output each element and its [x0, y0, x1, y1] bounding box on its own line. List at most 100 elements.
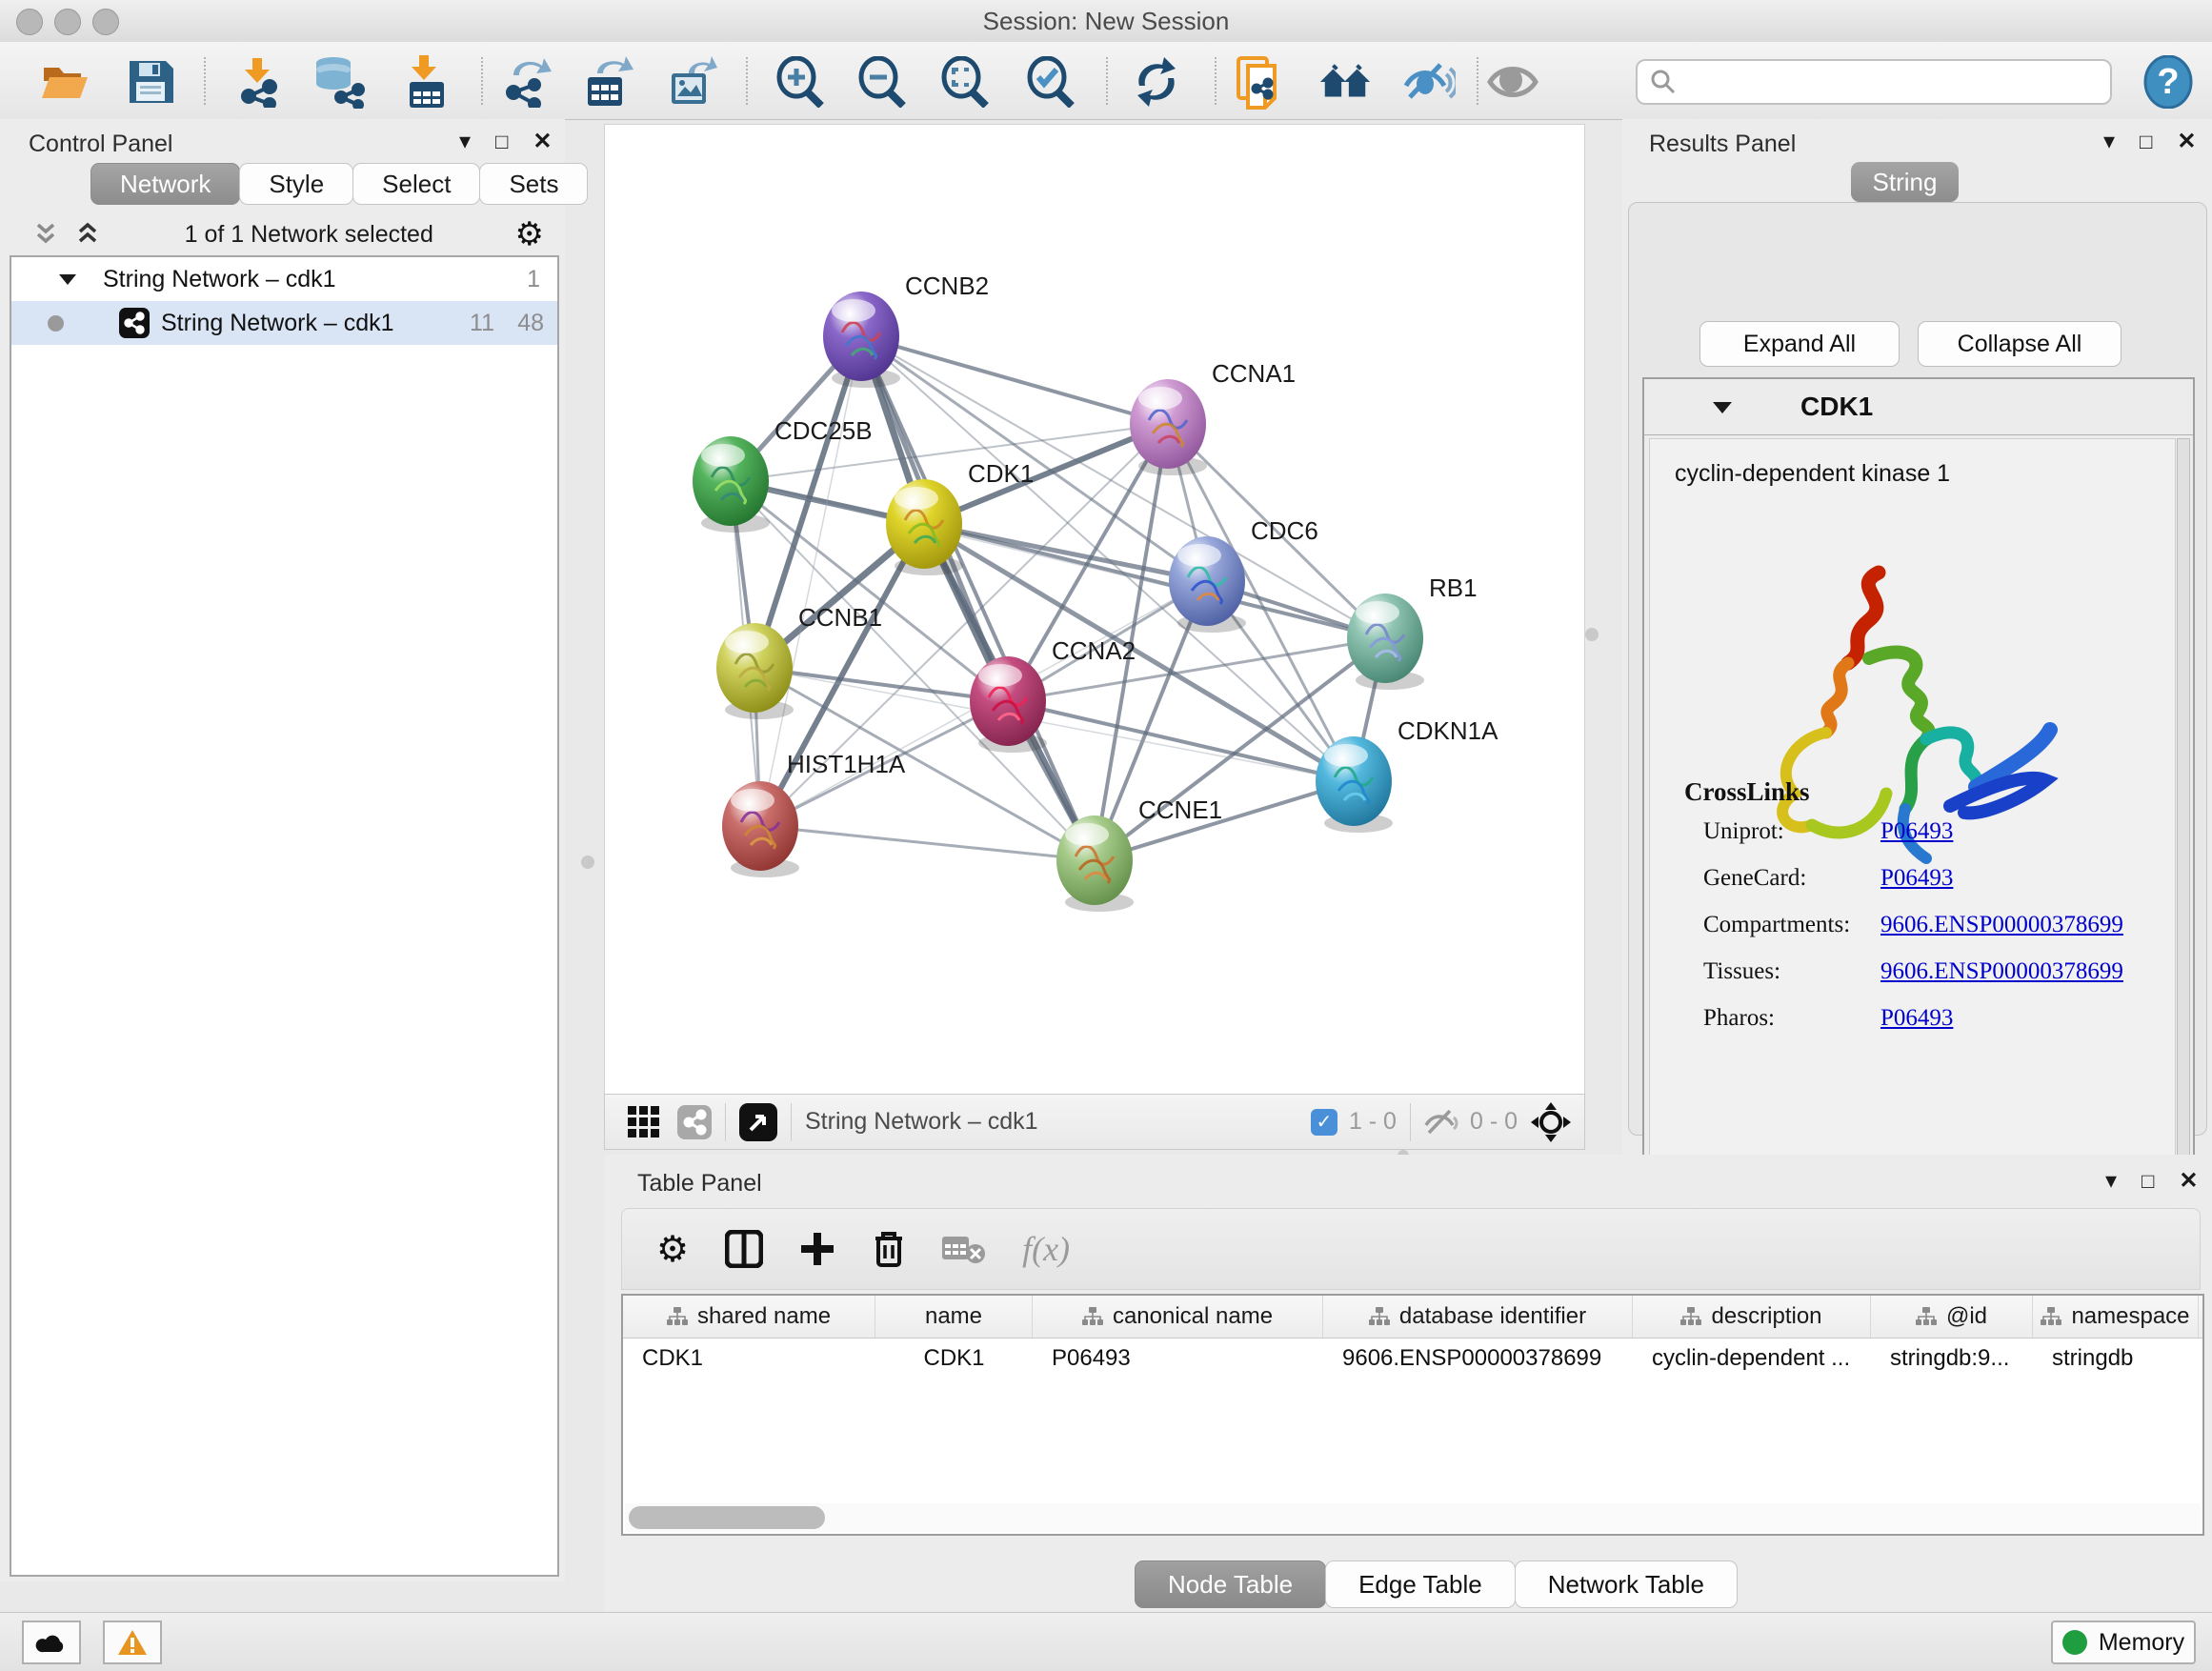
zoom-fit-button[interactable] [939, 55, 993, 109]
tab-select[interactable]: Select [352, 163, 480, 205]
column-header-database-identifier[interactable]: database identifier [1323, 1296, 1633, 1338]
table-cell[interactable]: CDK1 [623, 1339, 875, 1379]
left-splitter-handle[interactable] [581, 856, 594, 869]
column-header--id[interactable]: @id [1871, 1296, 2033, 1338]
pan-crosshair-icon[interactable] [1531, 1102, 1571, 1142]
eye-preview-icon[interactable] [1486, 55, 1539, 109]
float-panel-icon[interactable]: ▾ [2105, 1170, 2117, 1193]
maximize-panel-icon[interactable]: □ [2140, 131, 2152, 153]
delete-column-trash-icon[interactable] [872, 1229, 906, 1269]
network-options-gear-icon[interactable]: ⚙ [515, 215, 544, 253]
table-cell[interactable]: stringdb:9... [1871, 1339, 2033, 1379]
column-header-namespace[interactable]: namespace [2033, 1296, 2199, 1338]
right-splitter-handle[interactable] [1585, 628, 1599, 641]
tab-network[interactable]: Network [90, 163, 240, 205]
node-HIST1H1A[interactable]: HIST1H1A [722, 750, 906, 877]
column-header-canonical-name[interactable]: canonical name [1033, 1296, 1323, 1338]
import-network-from-database-button[interactable] [312, 55, 366, 109]
collapse-entry-arrow-icon[interactable] [1711, 399, 1734, 415]
node-CCNA1[interactable]: CCNA1 [1130, 359, 1296, 475]
open-session-button[interactable] [38, 55, 91, 109]
tab-style[interactable]: Style [239, 163, 353, 205]
search-field[interactable] [1636, 59, 2112, 105]
tab-edge-table[interactable]: Edge Table [1325, 1560, 1516, 1608]
show-columns-icon[interactable] [725, 1230, 763, 1268]
network-canvas[interactable]: CCNB2CCNA1CDC25BCDK1CDC6RB1CCNB1CCNA2CDK… [604, 124, 1585, 1096]
maximize-panel-icon[interactable]: □ [2142, 1170, 2154, 1193]
float-panel-icon[interactable]: ▾ [2103, 131, 2115, 153]
collection-expand-arrow-icon[interactable] [57, 272, 78, 287]
node-CCNE1[interactable]: CCNE1 [1056, 795, 1222, 912]
warnings-button[interactable] [103, 1621, 162, 1664]
table-cell[interactable]: P06493 [1033, 1339, 1323, 1379]
tab-string[interactable]: String [1851, 162, 1959, 202]
table-cell[interactable]: cyclin-dependent ... [1633, 1339, 1871, 1379]
tab-network-table[interactable]: Network Table [1515, 1560, 1738, 1608]
float-panel-icon[interactable]: ▾ [459, 131, 471, 153]
close-panel-icon[interactable]: ✕ [533, 131, 552, 153]
network-view-icon[interactable] [677, 1105, 712, 1139]
apply-layout-button[interactable] [1130, 55, 1183, 109]
copy-style-button[interactable] [1234, 55, 1287, 109]
zoom-out-button[interactable] [856, 55, 910, 109]
column-header-description[interactable]: description [1633, 1296, 1871, 1338]
crosslink-link[interactable]: 9606.ENSP00000378699 [1880, 958, 2123, 985]
show-hide-graphics-button[interactable] [1402, 55, 1456, 109]
export-table-button[interactable] [581, 55, 634, 109]
add-column-plus-icon[interactable] [799, 1231, 835, 1267]
expand-all-chevron-icon[interactable] [74, 221, 103, 248]
maximize-panel-icon[interactable]: □ [495, 131, 508, 153]
results-scrollbar[interactable] [2177, 438, 2190, 1184]
network-collection-row[interactable]: String Network – cdk1 1 [11, 257, 557, 301]
edge-CDKN1A-CCNE1[interactable] [1095, 781, 1354, 860]
tab-sets[interactable]: Sets [479, 163, 588, 205]
collapse-all-chevron-icon[interactable] [32, 221, 61, 248]
cloud-button[interactable] [22, 1621, 81, 1664]
selected-checkbox-icon[interactable]: ✓ [1311, 1109, 1337, 1136]
edge-CCNA2-CDKN1A[interactable] [1008, 701, 1354, 781]
scrollbar-thumb[interactable] [629, 1506, 825, 1529]
crosslink-link[interactable]: P06493 [1880, 865, 1953, 892]
gene-header-row[interactable]: CDK1 [1644, 379, 2193, 435]
expand-all-button[interactable]: Expand All [1699, 321, 1900, 367]
crosslink-link[interactable]: P06493 [1880, 818, 1953, 845]
network-status-dot-icon [48, 315, 64, 332]
import-table-button[interactable] [399, 55, 452, 109]
crosslink-link[interactable]: 9606.ENSP00000378699 [1880, 912, 2123, 938]
close-panel-icon[interactable]: ✕ [2179, 1170, 2198, 1193]
table-cell[interactable]: stringdb [2033, 1339, 2199, 1379]
export-network-button[interactable] [499, 55, 553, 109]
grid-view-icon[interactable] [628, 1106, 660, 1138]
table-options-gear-icon[interactable]: ⚙ [656, 1228, 689, 1271]
edge-CCNB2-CCNE1[interactable] [861, 336, 1095, 860]
node-table[interactable]: shared namenamecanonical namedatabase id… [621, 1294, 2204, 1536]
zoom-in-button[interactable] [774, 55, 828, 109]
close-panel-icon[interactable]: ✕ [2177, 131, 2196, 153]
node-CCNB1[interactable]: CCNB1 [716, 603, 882, 719]
birdseye-view-icon[interactable] [739, 1103, 777, 1141]
zoom-selected-button[interactable] [1025, 55, 1078, 109]
shared-column-icon [1082, 1307, 1103, 1326]
table-cell[interactable]: 9606.ENSP00000378699 [1323, 1339, 1633, 1379]
home-networks-button[interactable] [1318, 55, 1372, 109]
collapse-all-button[interactable]: Collapse All [1918, 321, 2122, 367]
export-image-button[interactable] [665, 55, 718, 109]
search-input[interactable] [1685, 68, 2110, 96]
column-header-name[interactable]: name [875, 1296, 1033, 1338]
node-CCNB2[interactable]: CCNB2 [823, 272, 989, 388]
import-network-button[interactable] [232, 55, 286, 109]
table-row[interactable]: CDK1CDK1P064939606.ENSP00000378699cyclin… [623, 1339, 2202, 1379]
table-cell[interactable]: CDK1 [875, 1339, 1033, 1379]
table-horizontal-scrollbar[interactable] [625, 1503, 2201, 1532]
edge-CCNB2-CCNA1[interactable] [861, 336, 1168, 424]
memory-button[interactable]: Memory [2051, 1621, 2196, 1664]
network-graph[interactable]: CCNB2CCNA1CDC25BCDK1CDC6RB1CCNB1CCNA2CDK… [605, 125, 1584, 1095]
network-row[interactable]: String Network – cdk1 11 48 [11, 301, 557, 345]
column-header-shared-name[interactable]: shared name [623, 1296, 875, 1338]
crosslink-link[interactable]: P06493 [1880, 1005, 1953, 1032]
node-RB1[interactable]: RB1 [1347, 574, 1478, 690]
tab-node-table[interactable]: Node Table [1135, 1560, 1326, 1608]
save-session-button[interactable] [124, 55, 177, 109]
node-CDKN1A[interactable]: CDKN1A [1316, 716, 1498, 833]
help-button[interactable]: ? [2142, 55, 2195, 109]
